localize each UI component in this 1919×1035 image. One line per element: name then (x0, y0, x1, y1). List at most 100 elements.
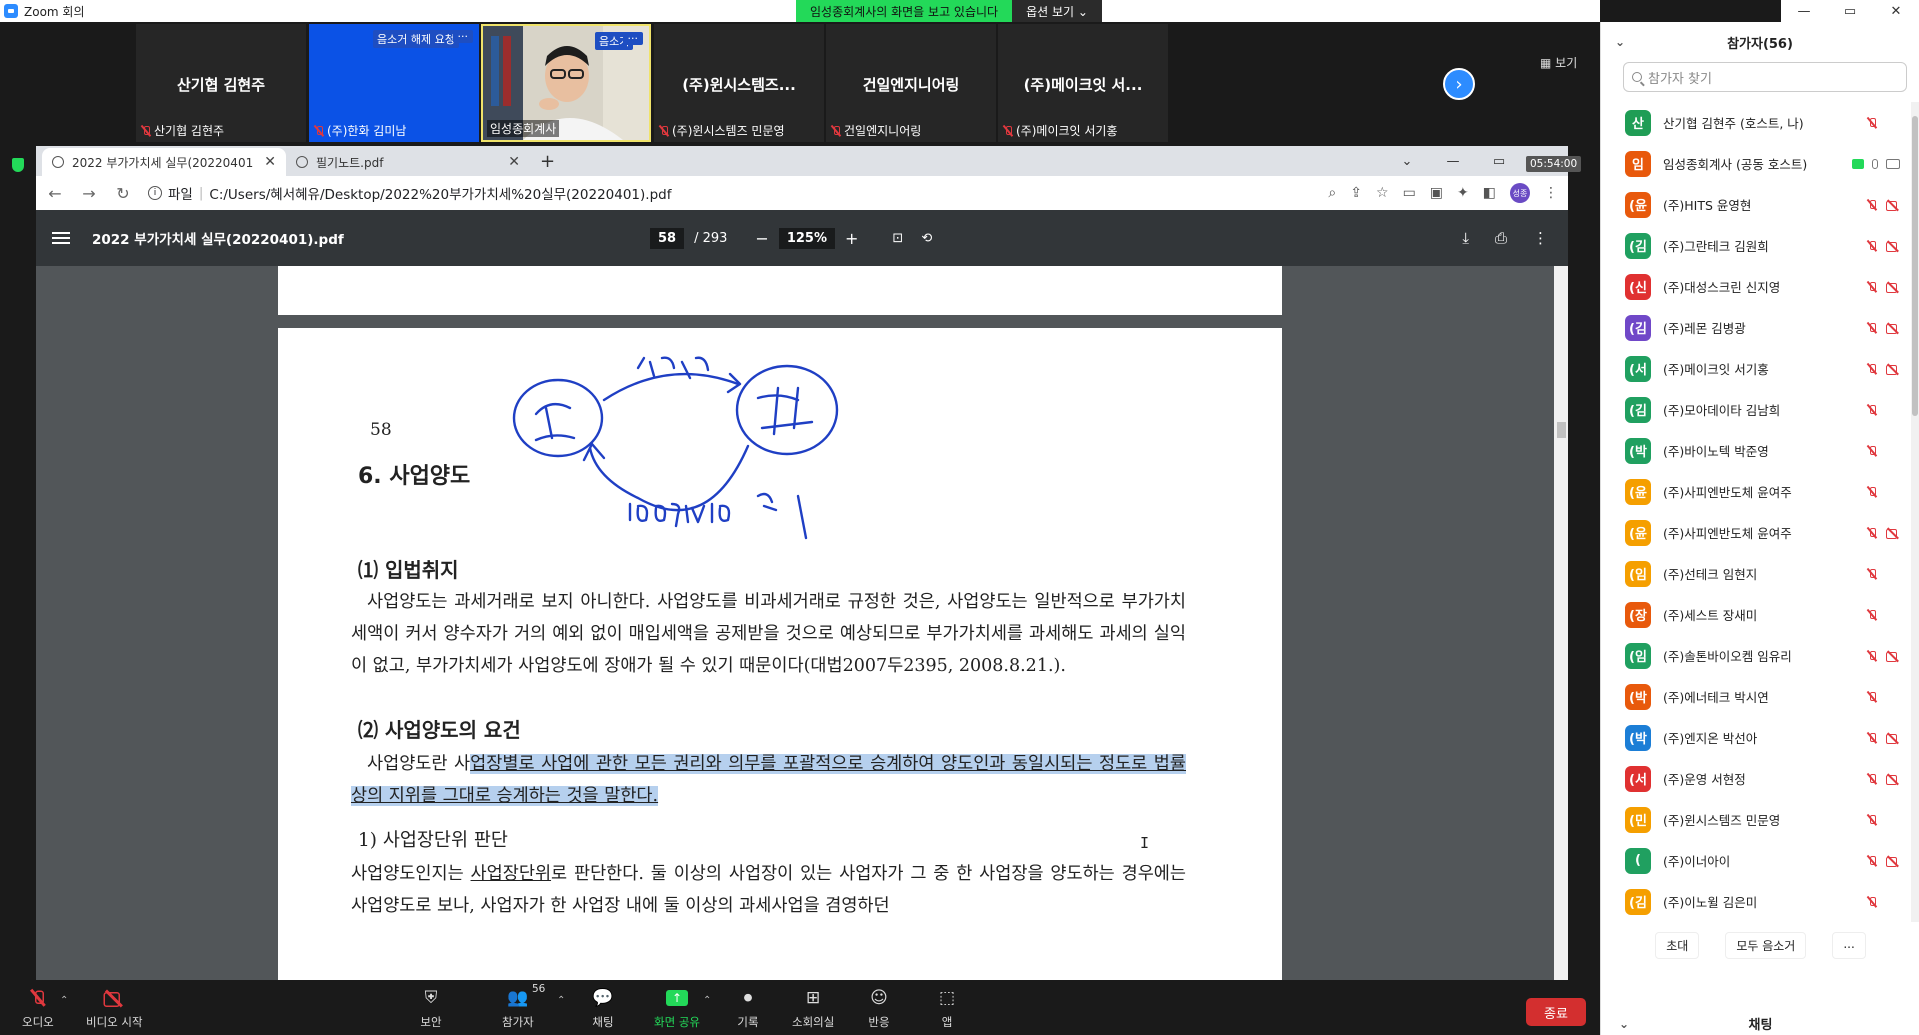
pdf-viewport[interactable]: 58 6. 사업양도 ⑴ 입법취지 사업양도는 과세거래로 보지 아니한다. 사… (36, 266, 1568, 980)
tab-pdf-active[interactable]: 2022 부가가치세 실무(20220401 ✕ (42, 148, 286, 176)
invite-button[interactable]: 초대 (1655, 932, 1700, 959)
participant-row[interactable]: (신 (주)대성스크린 신지영 (1601, 266, 1919, 307)
audio-options-chevron-icon[interactable]: ⌃ (60, 995, 68, 1006)
share-screen-button[interactable]: ↑ 화면 공유 (654, 988, 700, 1030)
share-page-icon[interactable]: ⇪ (1350, 185, 1362, 201)
url-field[interactable]: i 파일 | C:/Users/혜서혜유/Desktop/2022%20부가가치… (148, 183, 1312, 203)
profile-avatar[interactable]: 성종 (1510, 183, 1530, 203)
maximize-button[interactable]: ▭ (1476, 146, 1522, 176)
record-button[interactable]: ⏺ 기록 (737, 988, 759, 1030)
video-tile[interactable]: 음소거 해제 요청 ··· (주)한화 김미남 (309, 24, 479, 142)
participant-row[interactable]: (김 (주)레몬 김병광 (1601, 307, 1919, 348)
reactions-button[interactable]: ☺ 반응 (868, 988, 890, 1030)
participant-name: (주)바이노텍 박준영 (1663, 444, 1769, 459)
mute-all-button[interactable]: 모두 음소거 (1725, 932, 1807, 959)
participant-row[interactable]: (박 (주)엔지온 박선아 (1601, 717, 1919, 758)
zoom-out-button[interactable]: − (755, 229, 768, 248)
participant-row[interactable]: (윤 (주)사피엔반도체 윤여주 (1601, 512, 1919, 553)
share-options-chevron-icon[interactable]: ⌃ (703, 995, 711, 1006)
mic-muted-icon (1866, 773, 1878, 785)
page-number-input[interactable]: 58 (650, 227, 685, 249)
participant-row[interactable]: (김 (주)그란테크 김원희 (1601, 225, 1919, 266)
participant-row[interactable]: (김 (주)모아데이타 김남희 (1601, 389, 1919, 430)
minimize-button[interactable]: — (1781, 0, 1827, 22)
chat-button[interactable]: 💬 채팅 (592, 988, 614, 1030)
zoom-in-button[interactable]: + (845, 229, 858, 248)
rotate-icon[interactable]: ⟲ (921, 231, 932, 246)
participant-row[interactable]: (박 (주)에너테크 박시연 (1601, 676, 1919, 717)
participant-row[interactable]: (김 (주)이노윌 김은미 (1601, 881, 1919, 922)
close-tab-icon[interactable]: ✕ (508, 154, 520, 170)
info-icon[interactable]: i (148, 186, 162, 200)
participant-row[interactable]: (박 (주)바이노텍 박준영 (1601, 430, 1919, 471)
participants-options-chevron-icon[interactable]: ⌃ (557, 995, 565, 1006)
mic-muted-icon (1866, 117, 1878, 129)
maximize-button[interactable]: ▭ (1827, 0, 1873, 22)
puzzle-icon[interactable]: ✦ (1457, 185, 1469, 201)
active-speaker-tile[interactable]: 음소거 ··· 임성종회계사 (481, 24, 651, 142)
next-page-arrow-icon[interactable]: › (1443, 68, 1475, 100)
hamburger-menu-icon[interactable] (52, 232, 70, 244)
more-options-icon[interactable]: ⋮ (1533, 229, 1548, 247)
video-start-button[interactable]: 비디오 시작 (86, 988, 143, 1030)
video-tile[interactable]: 산기협 김현주 산기협 김현주 (136, 24, 306, 142)
side-panel-icon[interactable]: ◧ (1483, 185, 1496, 201)
collapse-chevron-icon[interactable]: ⌄ (1615, 35, 1625, 49)
zoom-lens-icon[interactable]: ⌕ (1328, 185, 1336, 201)
print-icon[interactable]: ⎙ (1495, 229, 1507, 247)
pdf-scrollbar[interactable] (1554, 266, 1568, 980)
participant-scrollbar[interactable] (1911, 102, 1919, 922)
video-tile[interactable]: 건일엔지니어링 건일엔지니어링 (826, 24, 996, 142)
mic-muted-icon (1866, 568, 1878, 580)
tab-search-icon[interactable]: ⌄ (1384, 146, 1430, 176)
tile-more-button[interactable]: ··· (452, 30, 473, 43)
participant-row[interactable]: 산 산기협 김현주 (호스트, 나) (1601, 102, 1919, 143)
participant-search-input[interactable]: 참가자 찾기 (1623, 62, 1907, 92)
extension-icon[interactable]: ▣ (1430, 185, 1443, 201)
participant-row[interactable]: 임 임성종회계사 (공동 호스트) (1601, 143, 1919, 184)
zoom-level-input[interactable]: 125% (778, 227, 835, 249)
audio-button[interactable]: 오디오 (22, 988, 54, 1030)
participant-row[interactable]: (서 (주)메이크잇 서기홍 (1601, 348, 1919, 389)
view-layout-button[interactable]: ▦ 보기 (1540, 54, 1577, 71)
participant-row[interactable]: (임 (주)선테크 임현지 (1601, 553, 1919, 594)
more-button[interactable]: ... (1832, 932, 1866, 959)
participant-scroll-thumb[interactable] (1912, 116, 1918, 416)
participant-row[interactable]: ((주)이너아이 (1601, 840, 1919, 881)
minimize-button[interactable]: — (1430, 146, 1476, 176)
url-divider: | (198, 185, 204, 201)
close-tab-icon[interactable]: ✕ (264, 154, 276, 170)
video-tile[interactable]: (주)메이크잇 서... (주)메이크잇 서기홍 (998, 24, 1168, 142)
participant-row[interactable]: (장 (주)세스트 장새미 (1601, 594, 1919, 635)
forward-icon[interactable]: → (80, 184, 98, 203)
security-button[interactable]: ⛨ 보안 (420, 988, 442, 1030)
security-shield-icon[interactable] (12, 158, 24, 172)
collapse-chevron-icon[interactable]: ⌄ (1619, 1017, 1629, 1031)
video-tile[interactable]: (주)윈시스템즈... (주)윈시스템즈 민문영 (654, 24, 824, 142)
participant-row[interactable]: (서 (주)운영 서현정 (1601, 758, 1919, 799)
view-options-button[interactable]: 옵션 보기 ⌄ (1012, 0, 1102, 22)
participants-button[interactable]: 👥 참가자 (502, 988, 534, 1030)
tile-more-button[interactable]: ··· (622, 32, 643, 45)
pdf-scroll-thumb[interactable] (1557, 422, 1566, 438)
new-tab-button[interactable]: + (530, 151, 565, 176)
reload-icon[interactable]: ↻ (114, 184, 132, 203)
end-meeting-button[interactable]: 종료 (1526, 998, 1586, 1026)
unmute-request-badge[interactable]: 음소거 해제 요청 (373, 30, 459, 48)
cast-icon[interactable]: ▭ (1403, 185, 1416, 201)
participant-row[interactable]: (윤 (주)사피엔반도체 윤여주 (1601, 471, 1919, 512)
download-icon[interactable]: ⤓ (1462, 229, 1469, 247)
tab-notes[interactable]: 필기노트.pdf ✕ (286, 148, 530, 176)
participant-row[interactable]: (윤 (주)HITS 윤영현 (1601, 184, 1919, 225)
tile-bottom-name: (주)메이크잇 서기홍 (1002, 122, 1118, 139)
apps-button[interactable]: ⬚ 앱 (936, 988, 958, 1030)
breakout-rooms-button[interactable]: ⊞ 소회의실 (792, 988, 834, 1030)
close-window-button[interactable]: ✕ (1873, 0, 1919, 22)
bookmark-star-icon[interactable]: ☆ (1376, 185, 1389, 201)
back-icon[interactable]: ← (46, 184, 64, 203)
participant-row[interactable]: (임 (주)솔톤바이오켐 임유리 (1601, 635, 1919, 676)
participant-avatar: 임 (1625, 150, 1651, 177)
fit-page-icon[interactable]: ⊡ (892, 231, 903, 246)
menu-kebab-icon[interactable]: ⋮ (1544, 185, 1558, 201)
participant-row[interactable]: (민 (주)윈시스템즈 민문영 (1601, 799, 1919, 840)
